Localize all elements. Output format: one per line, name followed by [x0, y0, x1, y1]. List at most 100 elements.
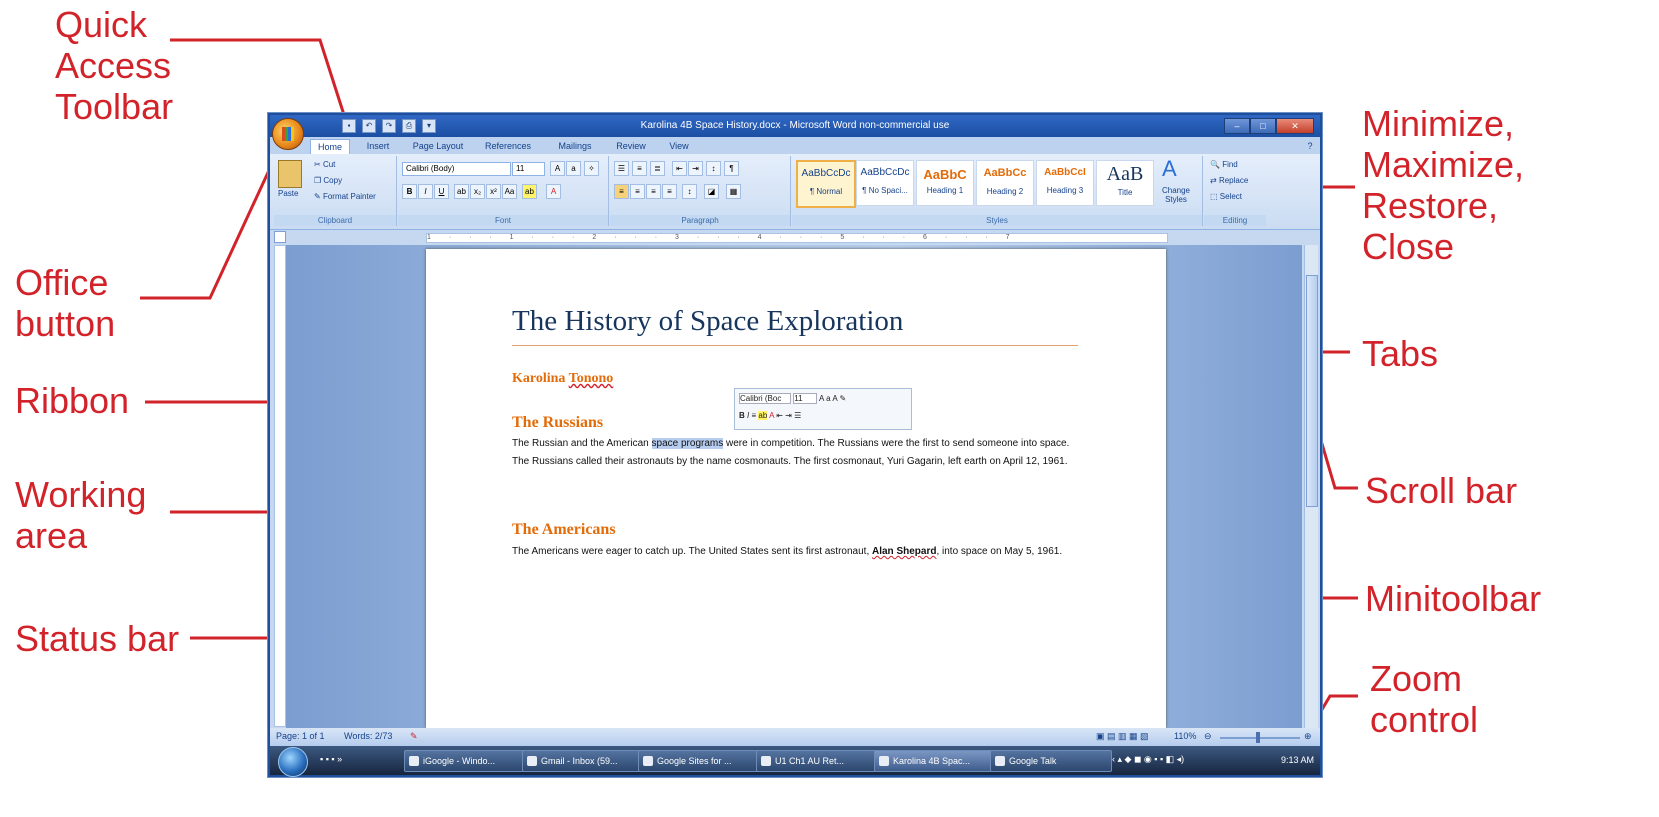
- replace-button[interactable]: ⇄ Replace: [1210, 176, 1248, 185]
- document-title: The History of Space Exploration: [512, 305, 904, 337]
- mini-bold-button[interactable]: B: [739, 411, 745, 420]
- tab-home[interactable]: Home: [310, 139, 350, 155]
- taskbar-button[interactable]: iGoogle - Windo...: [404, 750, 526, 772]
- mini-bullets-button[interactable]: ☰: [794, 411, 801, 420]
- mini-decrease-indent-button[interactable]: ⇤: [776, 411, 783, 420]
- change-styles-button[interactable]: Change Styles: [1156, 186, 1196, 204]
- callout-status-bar: Status bar: [15, 618, 180, 659]
- style-title[interactable]: AaB Title: [1096, 160, 1154, 206]
- tab-selector-icon[interactable]: [274, 231, 286, 243]
- start-button[interactable]: [278, 747, 308, 777]
- grow-font-button[interactable]: A: [550, 161, 565, 176]
- cut-button[interactable]: ✂ Cut: [314, 160, 335, 169]
- strikethrough-button[interactable]: ab: [454, 184, 469, 199]
- align-left-button[interactable]: ≡: [614, 184, 629, 199]
- multilevel-list-button[interactable]: ≣: [650, 161, 665, 176]
- tab-mailings[interactable]: Mailings: [550, 139, 600, 154]
- shading-button[interactable]: ◪: [704, 184, 719, 199]
- office-button[interactable]: [272, 118, 304, 150]
- style-heading-1[interactable]: AaBbC Heading 1: [916, 160, 974, 206]
- document-page[interactable]: The History of Space Exploration Karolin…: [426, 249, 1166, 728]
- tab-view[interactable]: View: [662, 139, 696, 154]
- decrease-indent-button[interactable]: ⇤: [672, 161, 687, 176]
- style-normal[interactable]: AaBbCcDc ¶ Normal: [796, 160, 856, 208]
- zoom-level[interactable]: 110%: [1174, 731, 1196, 741]
- tab-review[interactable]: Review: [610, 139, 652, 154]
- taskbar-button[interactable]: Karolina 4B Spac...: [874, 750, 996, 772]
- center-button[interactable]: ≡: [630, 184, 645, 199]
- tab-references[interactable]: References: [478, 139, 538, 154]
- highlight-button[interactable]: ab: [522, 184, 537, 199]
- format-painter-button[interactable]: ✎ Format Painter: [314, 192, 376, 201]
- mini-shrink-font-button[interactable]: a: [826, 394, 830, 403]
- align-right-button[interactable]: ≡: [646, 184, 661, 199]
- ruler-track[interactable]: 1 · · · 1 · · · 2 · · · 3 · · · 4 · · · …: [426, 233, 1168, 243]
- mini-center-button[interactable]: ≡: [751, 411, 756, 420]
- minimize-button[interactable]: ‒: [1224, 118, 1250, 134]
- mini-font-box[interactable]: Calibri (Boc: [739, 393, 791, 404]
- word-count[interactable]: Words: 2/73: [344, 731, 392, 741]
- paste-icon[interactable]: [278, 160, 302, 188]
- mini-highlight-button[interactable]: ab: [758, 411, 768, 420]
- tab-insert[interactable]: Insert: [358, 139, 398, 154]
- shrink-font-button[interactable]: a: [566, 161, 581, 176]
- font-size-box[interactable]: 11: [512, 162, 545, 176]
- paste-button[interactable]: Paste: [278, 189, 298, 198]
- style-heading-2[interactable]: AaBbCc Heading 2: [976, 160, 1034, 206]
- find-button[interactable]: 🔍 Find: [1210, 160, 1238, 169]
- view-buttons[interactable]: ▣ ▤ ▥ ▦ ▧: [1096, 731, 1149, 742]
- line-spacing-button[interactable]: ↕: [682, 184, 697, 199]
- scroll-thumb[interactable]: [1306, 275, 1318, 507]
- zoom-slider[interactable]: [1220, 737, 1300, 739]
- callout-office-button: Office button: [15, 262, 116, 344]
- mini-styles-button[interactable]: A: [832, 394, 837, 403]
- superscript-button[interactable]: x²: [486, 184, 501, 199]
- mini-font-color-button[interactable]: A: [769, 411, 774, 420]
- zoom-slider-thumb[interactable]: [1256, 732, 1260, 743]
- callout-scroll-bar: Scroll bar: [1365, 470, 1518, 511]
- show-formatting-button[interactable]: ¶: [724, 161, 739, 176]
- vertical-scrollbar[interactable]: [1304, 245, 1318, 728]
- mini-increase-indent-button[interactable]: ⇥: [785, 411, 792, 420]
- zoom-out-button[interactable]: ⊖: [1204, 731, 1212, 742]
- group-clipboard: Paste ✂ Cut ❐ Copy ✎ Format Painter Clip…: [274, 156, 397, 226]
- taskbar-button[interactable]: U1 Ch1 AU Ret...: [756, 750, 878, 772]
- close-button[interactable]: ✕: [1276, 118, 1314, 134]
- borders-button[interactable]: ▦: [726, 184, 741, 199]
- mini-italic-button[interactable]: I: [747, 411, 749, 420]
- tray-icons[interactable]: ‹ ▴ ◆ ◼ ◉ ▪ ▪ ◧ ◂): [1112, 754, 1184, 765]
- taskbar-button[interactable]: Google Sites for ...: [638, 750, 760, 772]
- bold-button[interactable]: B: [402, 184, 417, 199]
- mini-grow-font-button[interactable]: A: [819, 394, 824, 403]
- numbering-button[interactable]: ≡: [632, 161, 647, 176]
- subscript-button[interactable]: x₂: [470, 184, 485, 199]
- underline-button[interactable]: U: [434, 184, 449, 199]
- font-name-box[interactable]: Calibri (Body): [402, 162, 511, 176]
- zoom-in-button[interactable]: ⊕: [1304, 731, 1312, 742]
- bullets-button[interactable]: ☰: [614, 161, 629, 176]
- page-count[interactable]: Page: 1 of 1: [276, 731, 325, 741]
- tab-page-layout[interactable]: Page Layout: [408, 139, 468, 154]
- proofing-icon[interactable]: ✎: [410, 731, 418, 742]
- copy-button[interactable]: ❐ Copy: [314, 176, 342, 185]
- taskbar-button[interactable]: Gmail - Inbox (59...: [522, 750, 644, 772]
- clock[interactable]: 9:13 AM: [1281, 755, 1314, 765]
- italic-button[interactable]: I: [418, 184, 433, 199]
- clear-format-button[interactable]: ✧: [584, 161, 599, 176]
- font-color-button[interactable]: A: [546, 184, 561, 199]
- help-icon[interactable]: ?: [1304, 139, 1316, 154]
- taskbar-button[interactable]: Google Talk: [990, 750, 1112, 772]
- mini-format-painter-icon[interactable]: ✎: [840, 394, 847, 403]
- quick-launch-icons[interactable]: ▪ ▪ ▪ »: [320, 754, 342, 764]
- style-heading-3[interactable]: AaBbCcI Heading 3: [1036, 160, 1094, 206]
- justify-button[interactable]: ≡: [662, 184, 677, 199]
- callout-tabs: Tabs: [1362, 333, 1439, 374]
- change-case-button[interactable]: Aa: [502, 184, 517, 199]
- sort-button[interactable]: ↕: [706, 161, 721, 176]
- select-button[interactable]: ⬚ Select: [1210, 192, 1242, 201]
- increase-indent-button[interactable]: ⇥: [688, 161, 703, 176]
- style-no-spacing[interactable]: AaBbCcDc ¶ No Spaci...: [856, 160, 914, 206]
- style-name: Heading 3: [1046, 186, 1084, 195]
- mini-size-box[interactable]: 11: [793, 393, 818, 404]
- maximize-button[interactable]: □: [1250, 118, 1276, 134]
